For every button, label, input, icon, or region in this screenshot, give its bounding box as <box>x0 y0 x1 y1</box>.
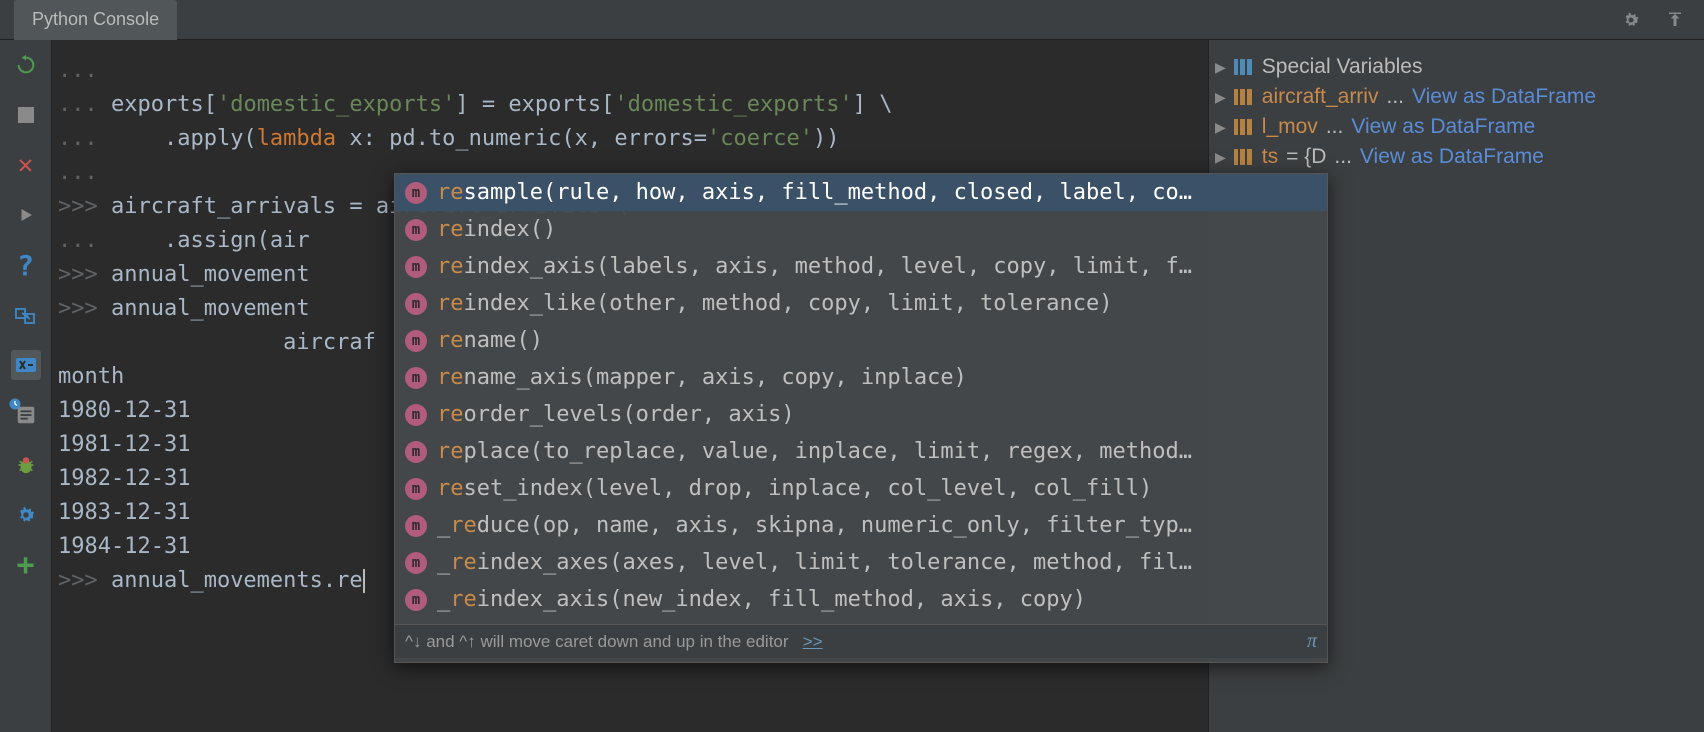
method-icon: m <box>405 552 427 574</box>
method-icon: m <box>405 589 427 611</box>
autocomplete-item[interactable]: mrename() <box>395 322 1327 359</box>
console-line: ... exports['domestic_exports'] = export… <box>58 88 1202 122</box>
expand-icon[interactable]: ▶ <box>1215 149 1226 166</box>
method-icon: m <box>405 256 427 278</box>
expand-icon[interactable]: ▶ <box>1215 89 1226 106</box>
console-line: ... .apply(lambda x: pd.to_numeric(x, er… <box>58 122 1202 156</box>
autocomplete-popup[interactable]: mresample(rule, how, axis, fill_method, … <box>394 173 1328 663</box>
settings-icon[interactable] <box>11 500 41 530</box>
add-icon[interactable]: + <box>11 550 41 580</box>
stop-icon[interactable] <box>11 100 41 130</box>
hint-text: ^↓ and ^↑ will move caret down and up in… <box>405 632 789 651</box>
autocomplete-list[interactable]: mresample(rule, how, axis, fill_method, … <box>395 174 1327 624</box>
special-variables-row[interactable]: ▶ Special Variables <box>1215 52 1698 82</box>
console-left-toolbar: ✕ ? + <box>0 40 52 732</box>
dataframe-icon <box>1234 119 1254 135</box>
method-icon: m <box>405 182 427 204</box>
autocomplete-item[interactable]: m_reindex_axis(new_index, fill_method, a… <box>395 581 1327 618</box>
view-as-dataframe-link[interactable]: View as DataFrame <box>1412 85 1596 109</box>
variable-name: aircraft_arriv <box>1262 85 1379 109</box>
autocomplete-hint: ^↓ and ^↑ will move caret down and up in… <box>395 624 1327 658</box>
run-icon[interactable] <box>11 200 41 230</box>
tab-right-icons <box>1616 5 1704 35</box>
console-tab-bar: Python Console <box>0 0 1704 40</box>
autocomplete-item[interactable]: m_reindex_axes(axes, level, limit, toler… <box>395 544 1327 581</box>
dataframe-icon <box>1234 149 1254 165</box>
python-console-tab[interactable]: Python Console <box>14 0 177 40</box>
method-icon: m <box>405 219 427 241</box>
rerun-icon[interactable] <box>11 50 41 80</box>
autocomplete-item[interactable]: mreorder_levels(order, axis) <box>395 396 1327 433</box>
expand-icon[interactable]: ▶ <box>1215 59 1226 76</box>
autocomplete-item[interactable]: mresample(rule, how, axis, fill_method, … <box>395 174 1327 211</box>
method-icon: m <box>405 515 427 537</box>
hint-link[interactable]: >> <box>803 632 823 651</box>
special-variables-label: Special Variables <box>1262 55 1423 79</box>
method-icon: m <box>405 441 427 463</box>
gear-icon[interactable] <box>1616 5 1646 35</box>
autocomplete-item[interactable]: mreplace(to_replace, value, inplace, lim… <box>395 433 1327 470</box>
variable-name: ts <box>1262 145 1278 169</box>
autocomplete-item[interactable]: mreindex_axis(labels, axis, method, leve… <box>395 248 1327 285</box>
method-icon: m <box>405 367 427 389</box>
variable-row[interactable]: ▶l_mov...View as DataFrame <box>1215 112 1698 142</box>
method-icon: m <box>405 478 427 500</box>
method-icon: m <box>405 404 427 426</box>
autocomplete-item[interactable]: mreindex_like(other, method, copy, limit… <box>395 285 1327 322</box>
method-icon: m <box>405 330 427 352</box>
pi-icon[interactable]: π <box>1307 630 1317 653</box>
view-as-dataframe-link[interactable]: View as DataFrame <box>1360 145 1544 169</box>
autocomplete-item[interactable]: mreset_index(level, drop, inplace, col_l… <box>395 470 1327 507</box>
autocomplete-item[interactable]: mreindex() <box>395 211 1327 248</box>
view-as-dataframe-link[interactable]: View as DataFrame <box>1351 115 1535 139</box>
hide-icon[interactable] <box>1660 5 1690 35</box>
variable-name: l_mov <box>1262 115 1318 139</box>
history-icon[interactable] <box>11 400 41 430</box>
variables-icon[interactable] <box>11 350 41 380</box>
help-icon[interactable]: ? <box>11 250 41 280</box>
autocomplete-item[interactable]: mrename_axis(mapper, axis, copy, inplace… <box>395 359 1327 396</box>
attach-icon[interactable] <box>11 300 41 330</box>
autocomplete-item[interactable]: m_reduce(op, name, axis, skipna, numeric… <box>395 507 1327 544</box>
dataframe-icon <box>1234 89 1254 105</box>
method-icon: m <box>405 293 427 315</box>
expand-icon[interactable]: ▶ <box>1215 119 1226 136</box>
tab-label: Python Console <box>32 9 159 30</box>
close-icon[interactable]: ✕ <box>11 150 41 180</box>
variable-row[interactable]: ▶ts = {D...View as DataFrame <box>1215 142 1698 172</box>
debug-icon[interactable] <box>11 450 41 480</box>
variables-group-icon <box>1234 59 1254 75</box>
console-line: ... <box>58 54 1202 88</box>
variable-row[interactable]: ▶aircraft_arriv...View as DataFrame <box>1215 82 1698 112</box>
